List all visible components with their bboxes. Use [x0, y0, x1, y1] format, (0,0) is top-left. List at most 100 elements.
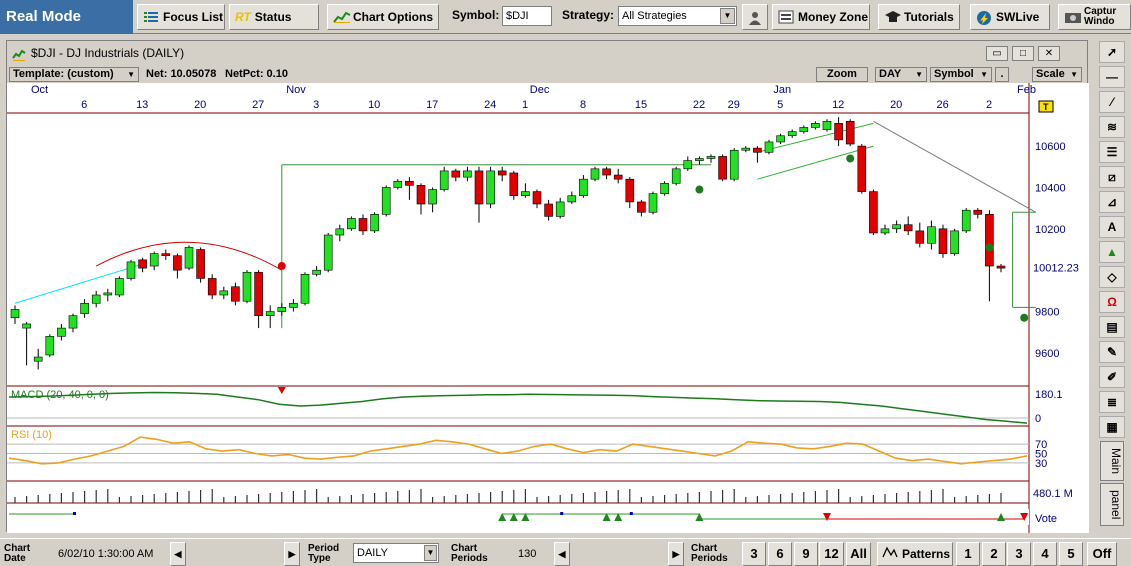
chart-periods-value[interactable]: 130	[518, 543, 536, 565]
price-chart[interactable]: Oct Nov Dec Jan Feb6 13 20 27 3 10 17 24 1 8 15 22 29 5 12…	[7, 83, 1089, 533]
candle-body	[869, 191, 878, 234]
day-tick-label: 3	[313, 99, 319, 111]
candle-body	[149, 253, 159, 267]
close-icon[interactable]: ✕	[1038, 46, 1060, 61]
tutorials-label: Tutorials	[904, 10, 954, 24]
horizontal-line-icon[interactable]: —	[1099, 66, 1125, 88]
date-next-button[interactable]: ▶	[284, 542, 300, 566]
chart-plot-area[interactable]: Oct Nov Dec Jan Feb 6 13 20 27 3 10 17 24 1 8 15 22 29 5 12…	[7, 83, 1089, 533]
channel-icon[interactable]: ⧄	[1099, 166, 1125, 188]
periods-9-button[interactable]: 9	[794, 542, 818, 566]
properties-icon[interactable]: ▤	[1099, 316, 1125, 338]
candle-body	[33, 356, 43, 362]
net-value: Net: 10.05078	[146, 68, 217, 80]
periods-3-button[interactable]: 3	[742, 542, 766, 566]
pattern-4-button[interactable]: 4	[1033, 542, 1057, 566]
chart-periods-label-2: Chart Periods	[691, 543, 739, 565]
indicator-list-icon[interactable]: ≣	[1099, 391, 1125, 413]
overlay-line	[757, 145, 874, 180]
chart-options-button[interactable]: Chart Options	[327, 4, 439, 30]
candle-body	[613, 174, 623, 180]
eraser-icon[interactable]: ◇	[1099, 266, 1125, 288]
fib-levels-icon[interactable]: ☰	[1099, 141, 1125, 163]
periods-6-button[interactable]: 6	[768, 542, 792, 566]
candle-body	[126, 261, 136, 279]
symbol-menu-select[interactable]: Symbol ▼	[930, 67, 992, 82]
minimize-button[interactable]: ▭	[986, 46, 1008, 61]
magnet-icon[interactable]: Ω	[1099, 291, 1125, 313]
pattern-2-button[interactable]: 2	[982, 542, 1006, 566]
candle-body	[741, 147, 751, 151]
chart-date-value[interactable]: 6/02/10 1:30:00 AM	[58, 543, 153, 565]
patterns-off-button[interactable]: Off	[1087, 542, 1117, 566]
highlight-icon[interactable]: ✐	[1099, 366, 1125, 388]
candle-body	[764, 141, 774, 153]
candle-body	[57, 327, 66, 337]
tutorials-button[interactable]: Tutorials	[878, 4, 960, 30]
swlive-button[interactable]: SWLive	[970, 4, 1050, 30]
triangle-icon[interactable]: ▲	[1099, 241, 1125, 263]
candle-body	[103, 292, 113, 296]
patterns-button[interactable]: Patterns	[877, 542, 953, 566]
periods-prev-button[interactable]: ◀	[554, 542, 570, 566]
chevron-down-icon[interactable]: ▼	[424, 545, 437, 561]
pattern-3-button[interactable]: 3	[1007, 542, 1031, 566]
dot-menu-button[interactable]: .	[995, 67, 1009, 82]
money-zone-button[interactable]: Money Zone	[772, 4, 870, 30]
text-icon[interactable]: A	[1099, 216, 1125, 238]
date-prev-button[interactable]: ◀	[170, 542, 186, 566]
strategy-select[interactable]: All Strategies ▼	[618, 6, 737, 26]
person-scan-button[interactable]	[742, 4, 768, 30]
list-icon	[143, 10, 159, 24]
candle-body	[985, 214, 994, 267]
candle-body	[509, 172, 519, 197]
fibonacci-icon[interactable]: ≋	[1099, 116, 1125, 138]
swlive-icon	[976, 10, 992, 25]
macd-tick-top: 180.1	[1035, 389, 1063, 401]
candle-body	[637, 201, 646, 213]
chart-options-label: Chart Options	[353, 10, 433, 24]
gann-icon[interactable]: ⊿	[1099, 191, 1125, 213]
money-zone-icon	[778, 10, 794, 24]
day-tick-label: 20	[194, 99, 206, 111]
grid-icon[interactable]: ▦	[1099, 416, 1125, 438]
capture-window-button[interactable]: Captur Windo	[1058, 4, 1131, 30]
pointer-icon[interactable]: ➚	[1099, 41, 1125, 63]
pattern-5-button[interactable]: 5	[1059, 542, 1083, 566]
period-type-label: Period Type	[308, 543, 352, 565]
tab-main[interactable]: Main	[1100, 441, 1124, 482]
periods-next-button[interactable]: ▶	[668, 542, 684, 566]
signal-marker	[985, 243, 994, 252]
pattern-1-button[interactable]: 1	[956, 542, 980, 566]
day-tick-label: 22	[693, 99, 705, 111]
candle-body	[207, 278, 217, 296]
pencil-icon[interactable]: ✎	[1099, 341, 1125, 363]
tab-panel[interactable]: panel	[1100, 483, 1124, 527]
symbol-menu-label: Symbol	[934, 68, 974, 80]
candle-body	[289, 302, 298, 308]
candle-body	[219, 290, 229, 296]
candle-body	[648, 193, 658, 213]
template-select[interactable]: Template: (custom) ▼	[9, 67, 139, 82]
candle-body	[463, 170, 472, 178]
period-type-value: DAILY	[357, 547, 388, 559]
period-select[interactable]: DAY ▼	[875, 67, 927, 82]
candle-body	[138, 259, 147, 269]
vote-label: Vote	[1035, 513, 1057, 525]
candle-body	[184, 247, 194, 269]
candle-body	[927, 226, 936, 244]
chevron-down-icon[interactable]: ▼	[720, 8, 735, 24]
symbol-input[interactable]: $DJI	[502, 6, 552, 26]
scale-select[interactable]: Scale ▼	[1032, 67, 1082, 82]
rt-status-button[interactable]: RT Status	[229, 4, 319, 30]
trendline-icon[interactable]: ⁄	[1099, 91, 1125, 113]
chart-options-icon	[333, 10, 351, 24]
period-type-select[interactable]: DAILY ▼	[353, 543, 439, 563]
rsi-label: RSI (10)	[11, 429, 52, 441]
maximize-button[interactable]: □	[1012, 46, 1034, 61]
periods-all-button[interactable]: All	[846, 542, 871, 566]
periods-12-button[interactable]: 12	[819, 542, 844, 566]
candle-body	[323, 234, 333, 271]
zoom-button[interactable]: Zoom	[816, 67, 868, 82]
focus-list-button[interactable]: Focus List	[137, 4, 225, 30]
